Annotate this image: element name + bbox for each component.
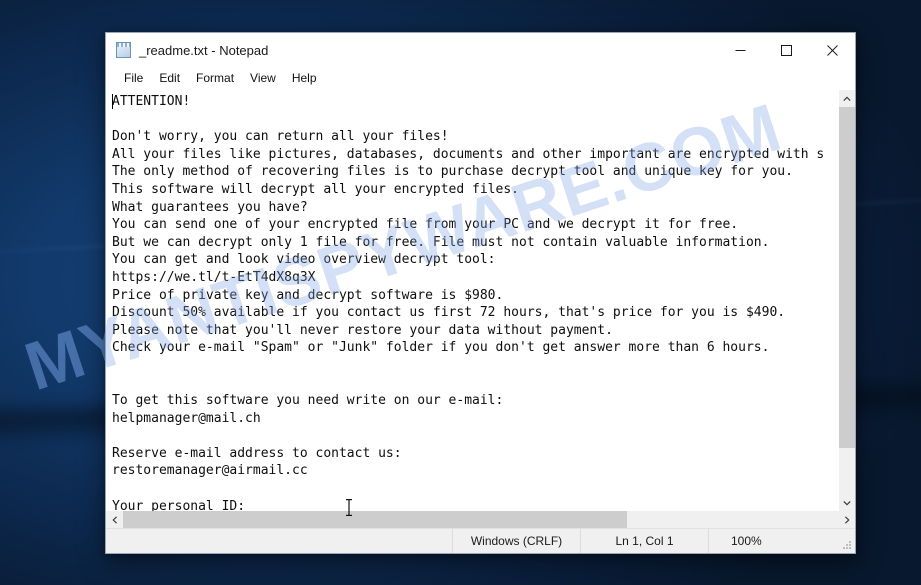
chevron-down-icon bbox=[843, 500, 851, 506]
chevron-up-icon bbox=[843, 95, 851, 101]
scroll-right-button[interactable] bbox=[838, 511, 855, 528]
status-line-ending[interactable]: Windows (CRLF) bbox=[453, 529, 581, 553]
maximize-icon bbox=[780, 44, 792, 56]
status-bar-spacer bbox=[106, 529, 453, 553]
vertical-scroll-thumb[interactable] bbox=[839, 107, 855, 448]
resize-grip-icon[interactable] bbox=[839, 529, 855, 553]
window-controls bbox=[717, 33, 855, 67]
status-zoom-level[interactable]: 100% bbox=[709, 529, 839, 553]
document-text: ATTENTION! Don't worry, you can return a… bbox=[112, 94, 825, 511]
notepad-window[interactable]: _readme.txt - Notepad File Edit Format V… bbox=[105, 32, 856, 554]
chevron-left-icon bbox=[111, 515, 117, 524]
editor-area: ATTENTION! Don't worry, you can return a… bbox=[106, 89, 855, 528]
text-editor[interactable]: ATTENTION! Don't worry, you can return a… bbox=[106, 90, 838, 511]
scroll-down-button[interactable] bbox=[839, 494, 855, 511]
notepad-icon bbox=[115, 41, 132, 59]
maximize-button[interactable] bbox=[763, 33, 809, 67]
vertical-scrollbar[interactable] bbox=[838, 90, 855, 511]
text-caret bbox=[112, 94, 113, 109]
close-button[interactable] bbox=[809, 33, 855, 67]
window-titlebar[interactable]: _readme.txt - Notepad bbox=[106, 33, 855, 67]
horizontal-scrollbar[interactable] bbox=[106, 511, 855, 528]
horizontal-scroll-thumb[interactable] bbox=[123, 511, 628, 528]
editor-row: ATTENTION! Don't worry, you can return a… bbox=[106, 90, 855, 511]
scroll-up-button[interactable] bbox=[839, 90, 855, 107]
horizontal-scroll-track[interactable] bbox=[123, 511, 838, 528]
minimize-button[interactable] bbox=[717, 33, 763, 67]
menu-item-format[interactable]: Format bbox=[188, 69, 242, 87]
minimize-icon bbox=[735, 49, 745, 51]
menu-item-edit[interactable]: Edit bbox=[151, 69, 188, 87]
vertical-scroll-track[interactable] bbox=[839, 107, 855, 494]
scroll-left-button[interactable] bbox=[106, 511, 123, 528]
window-title: _readme.txt - Notepad bbox=[139, 42, 269, 58]
status-bar: Windows (CRLF) Ln 1, Col 1 100% bbox=[106, 528, 855, 553]
titlebar-left: _readme.txt - Notepad bbox=[106, 33, 268, 67]
menu-bar: File Edit Format View Help bbox=[106, 67, 855, 89]
close-icon bbox=[826, 44, 838, 56]
menu-item-view[interactable]: View bbox=[242, 69, 284, 87]
status-cursor-position[interactable]: Ln 1, Col 1 bbox=[581, 529, 709, 553]
menu-item-help[interactable]: Help bbox=[284, 69, 325, 87]
chevron-right-icon bbox=[844, 515, 850, 524]
menu-item-file[interactable]: File bbox=[116, 69, 151, 87]
